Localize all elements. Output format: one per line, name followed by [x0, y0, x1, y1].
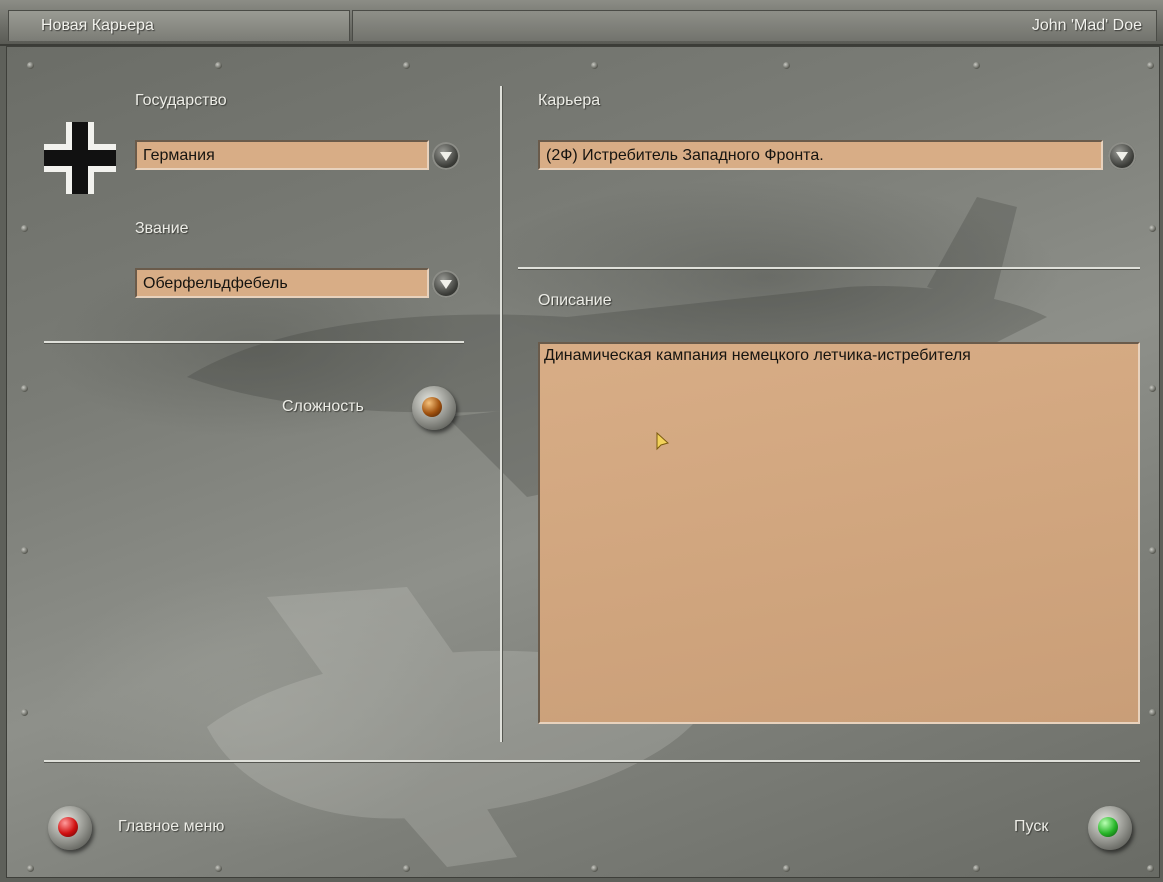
description-label: Описание — [538, 292, 612, 309]
career-screen: Новая Карьера John 'Mad' Doe Государство… — [0, 0, 1163, 882]
rivet — [21, 385, 28, 392]
player-tab: John 'Mad' Doe — [352, 10, 1157, 41]
rivet — [403, 865, 410, 872]
rivet — [973, 62, 980, 69]
difficulty-button[interactable] — [412, 386, 456, 430]
rivet — [591, 865, 598, 872]
start-label[interactable]: Пуск — [1014, 818, 1048, 836]
chevron-down-icon — [1116, 152, 1128, 161]
rivet — [403, 62, 410, 69]
rivet — [1147, 62, 1154, 69]
rivet — [973, 865, 980, 872]
rivet — [215, 62, 222, 69]
rivet — [1147, 865, 1154, 872]
career-select[interactable]: (2Ф) Истребитель Западного Фронта. — [538, 140, 1103, 170]
difficulty-lamp-icon — [422, 397, 442, 417]
rivet — [783, 62, 790, 69]
rivet — [1149, 547, 1156, 554]
rank-select[interactable]: Оберфельдфебель — [135, 268, 429, 298]
screen-title: Новая Карьера — [41, 17, 154, 34]
country-select[interactable]: Германия — [135, 140, 429, 170]
start-button[interactable] — [1088, 806, 1132, 850]
career-dropdown-button[interactable] — [1108, 142, 1136, 170]
center-divider — [500, 86, 502, 742]
cursor-icon — [656, 432, 670, 451]
chevron-down-icon — [440, 152, 452, 161]
career-label: Карьера — [538, 92, 601, 109]
player-name: John 'Mad' Doe — [1031, 17, 1142, 34]
rivet — [591, 62, 598, 69]
career-value: (2Ф) Истребитель Западного Фронта. — [546, 147, 824, 164]
main-menu-label[interactable]: Главное меню — [118, 818, 224, 836]
rivet — [21, 547, 28, 554]
rivet — [215, 865, 222, 872]
rivet — [27, 865, 34, 872]
rivet — [1149, 385, 1156, 392]
rivet — [783, 865, 790, 872]
country-dropdown-button[interactable] — [432, 142, 460, 170]
title-bar: Новая Карьера John 'Mad' Doe — [0, 0, 1163, 46]
country-value: Германия — [143, 147, 215, 164]
description-box: Динамическая кампания немецкого летчика-… — [538, 342, 1140, 724]
footer-divider — [44, 760, 1140, 762]
rivet — [21, 225, 28, 232]
rivet — [1149, 225, 1156, 232]
rank-value: Оберфельдфебель — [143, 275, 288, 292]
rank-dropdown-button[interactable] — [432, 270, 460, 298]
rivet — [21, 709, 28, 716]
title-tab: Новая Карьера — [8, 10, 350, 41]
rivet — [1149, 709, 1156, 716]
rank-label: Звание — [135, 220, 189, 237]
rivet — [27, 62, 34, 69]
difficulty-label: Сложность — [282, 398, 364, 415]
start-lamp-icon — [1098, 817, 1118, 837]
main-menu-button[interactable] — [48, 806, 92, 850]
description-text: Динамическая кампания немецкого летчика-… — [544, 347, 971, 364]
chevron-down-icon — [440, 280, 452, 289]
balkenkreuz-icon — [44, 122, 116, 194]
right-divider — [518, 267, 1140, 269]
country-label: Государство — [135, 92, 227, 109]
left-divider — [44, 341, 464, 343]
main-menu-lamp-icon — [58, 817, 78, 837]
